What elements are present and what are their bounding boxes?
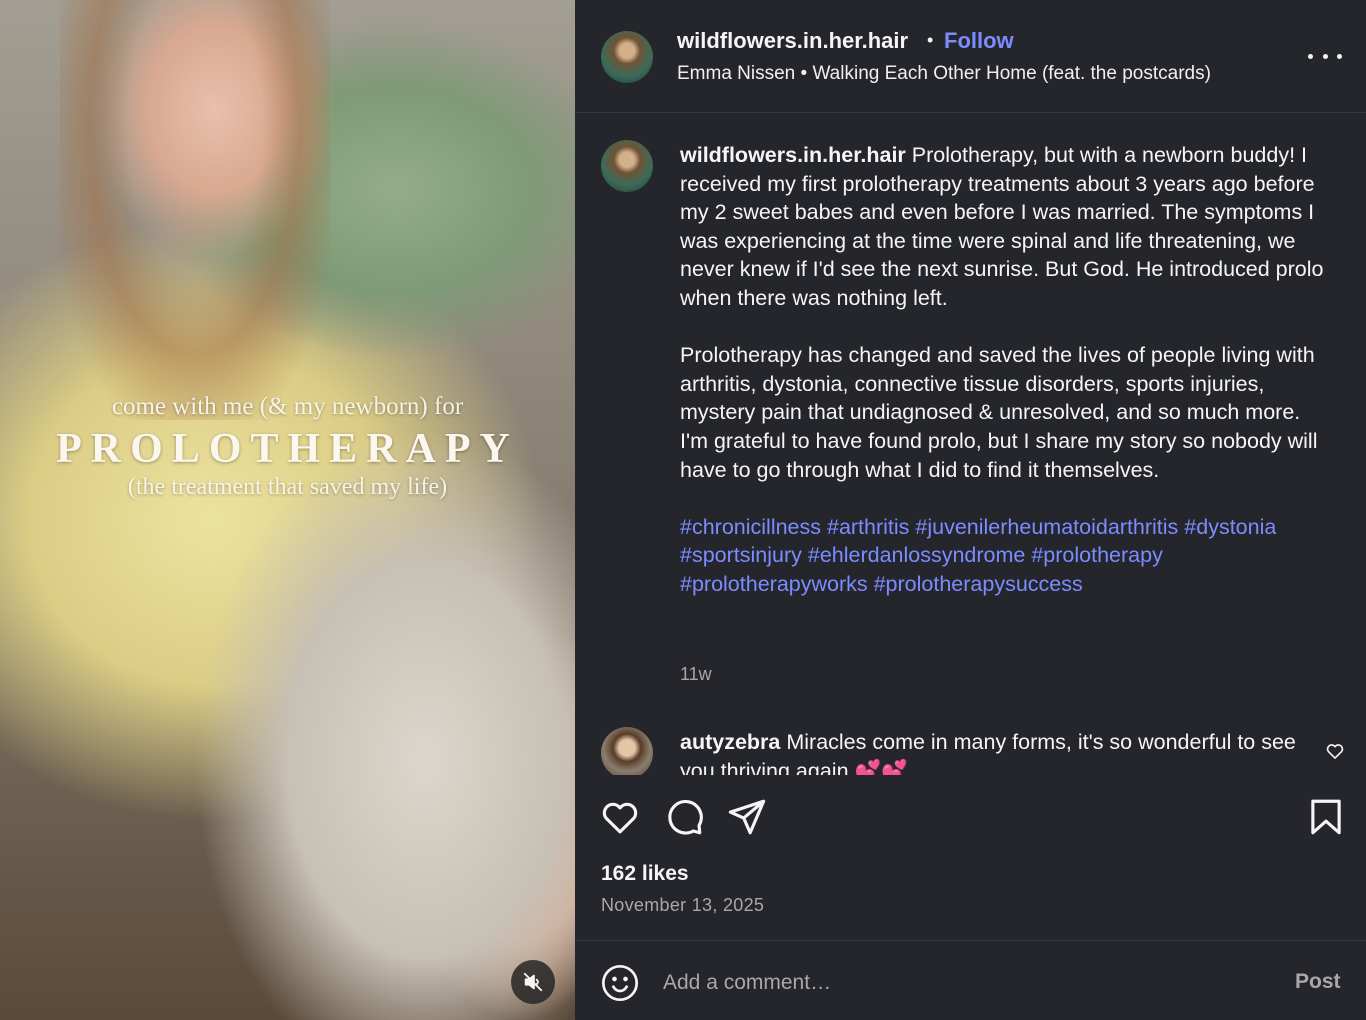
header-separator: • <box>927 30 934 50</box>
more-horizontal-icon <box>1308 53 1313 59</box>
add-comment-bar: Post <box>575 940 1366 1020</box>
follow-button[interactable]: Follow <box>944 28 1014 54</box>
caption-author-avatar[interactable] <box>601 140 653 192</box>
more-horizontal-icon <box>1322 53 1328 59</box>
post-header: wildflowers.in.her.hair • Follow Emma Ni… <box>575 0 1366 113</box>
comments-scroll-area[interactable]: wildflowers.in.her.hair Prolotherapy, bu… <box>575 113 1366 775</box>
post-actions: 162 likes November 13, 2025 <box>575 775 1366 940</box>
video-overlay-line3: (the treatment that saved my life) <box>127 474 448 500</box>
more-horizontal-icon <box>1337 53 1342 59</box>
caption-paragraph-2: Prolotherapy has changed and saved the l… <box>680 343 1318 482</box>
post-caption: wildflowers.in.her.hair Prolotherapy, bu… <box>680 141 1330 627</box>
heart-outline-icon[interactable] <box>1325 741 1345 761</box>
post-date[interactable]: November 13, 2025 <box>601 895 764 916</box>
more-options-button[interactable] <box>1308 44 1342 68</box>
caption-text-1: Prolotherapy, but with a newborn buddy! … <box>680 143 1324 310</box>
post-time-ago[interactable]: 11w <box>680 664 712 685</box>
author-avatar[interactable] <box>601 31 653 83</box>
share-icon[interactable] <box>726 796 768 838</box>
post-video[interactable]: come with me (& my newborn) for PROLOTHE… <box>0 0 575 1020</box>
commenter-avatar[interactable] <box>601 727 653 775</box>
post-details-panel: wildflowers.in.her.hair • Follow Emma Ni… <box>575 0 1366 1020</box>
mute-button[interactable] <box>511 960 555 1004</box>
video-frame-detail <box>60 0 330 420</box>
emoji-smile-icon[interactable] <box>600 963 640 1003</box>
comment-item: autyzebra Miracles come in many forms, i… <box>680 728 1320 775</box>
bookmark-icon[interactable] <box>1305 796 1347 838</box>
post-viewer: come with me (& my newborn) for PROLOTHE… <box>0 0 1366 1020</box>
caption-paragraph-1: wildflowers.in.her.hair Prolotherapy, bu… <box>680 141 1330 313</box>
comment-icon[interactable] <box>663 796 705 838</box>
likes-count[interactable]: 162 likes <box>601 862 689 886</box>
post-comment-button[interactable]: Post <box>1295 970 1341 994</box>
caption-username[interactable]: wildflowers.in.her.hair <box>680 143 906 167</box>
video-overlay-title: PROLOTHERAPY <box>56 426 519 472</box>
comment-input[interactable] <box>663 963 1263 1003</box>
author-username[interactable]: wildflowers.in.her.hair <box>677 28 908 54</box>
caption-hashtags[interactable]: #chronicillness #arthritis #juvenilerheu… <box>680 513 1330 599</box>
audio-track-link[interactable]: Emma Nissen • Walking Each Other Home (f… <box>677 63 1211 85</box>
commenter-username[interactable]: autyzebra <box>680 730 780 754</box>
video-overlay-line1: come with me (& my newborn) for <box>111 393 464 420</box>
speaker-muted-icon <box>523 972 543 992</box>
heart-icon[interactable] <box>599 796 641 838</box>
